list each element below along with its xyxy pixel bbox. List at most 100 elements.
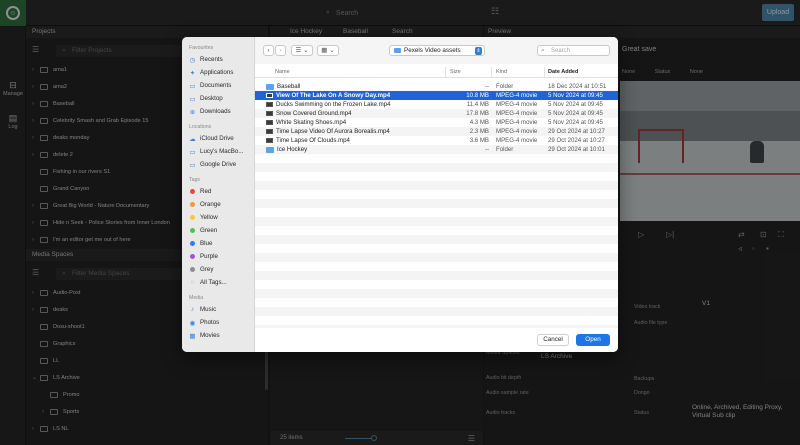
open-button[interactable]: Open	[576, 334, 610, 346]
file-name: Time Lapse Video Of Aurora Borealis.mp4	[276, 128, 390, 135]
document-icon: ▭	[189, 82, 196, 90]
film-icon: ▦	[189, 332, 196, 340]
column-divider[interactable]	[445, 67, 446, 77]
sidebar-item-location-label: Google Drive	[200, 161, 237, 168]
column-size[interactable]: Size	[450, 69, 461, 75]
sidebar-item-recents[interactable]: ◷ Recents	[189, 54, 251, 65]
tag-color-icon	[190, 228, 195, 233]
sidebar-item-tag-label: Yellow	[200, 214, 218, 221]
file-name-cell: Time Lapse Video Of Aurora Borealis.mp4	[266, 127, 390, 136]
file-row[interactable]: Time Lapse Video Of Aurora Borealis.mp4 2…	[255, 127, 618, 136]
file-date-added: 29 Oct 2024 at 10:01	[548, 146, 605, 153]
music-icon: ♪	[190, 306, 195, 313]
sidebar-item-downloads-label: Downloads	[200, 108, 231, 115]
tags-header: Tags	[189, 177, 200, 183]
folder-icon	[394, 48, 401, 53]
dialog-footer: Cancel Open	[255, 328, 618, 352]
file-size: --	[484, 146, 489, 153]
video-file-icon	[266, 102, 273, 107]
sidebar-item-downloads[interactable]: ⊕ Downloads	[189, 106, 251, 117]
sidebar-item-tag-label: Red	[200, 188, 212, 195]
file-row[interactable]: Baseball -- Folder 18 Dec 2024 at 10:51	[255, 82, 618, 91]
sidebar-item-music[interactable]: ♪ Music	[189, 304, 251, 315]
file-row[interactable]: Ducks Swimming on the Frozen Lake.mp4 11.…	[255, 100, 618, 109]
sidebar-item-location[interactable]: ☁ iCloud Drive	[189, 133, 251, 144]
sidebar-item-movies[interactable]: ▦ Movies	[189, 330, 251, 341]
empty-row	[255, 307, 618, 316]
sidebar-item-applications-label: Applications	[200, 69, 234, 76]
sidebar-item-photos[interactable]: ◉ Photos	[189, 317, 251, 328]
sidebar-item-tag[interactable]: Green	[189, 225, 251, 236]
location-dropdown[interactable]: Pexels Video assets ⇕	[389, 45, 485, 56]
video-file-icon	[266, 111, 273, 116]
video-file-icon	[266, 120, 273, 125]
video-file-icon	[266, 129, 273, 134]
file-row[interactable]: Time Lapse Of Clouds.mp4 3.6 MB MPEG-4 mov…	[255, 136, 618, 145]
cancel-button[interactable]: Cancel	[537, 334, 569, 346]
grid-view-button[interactable]: ▦ ⌄	[317, 45, 339, 56]
sidebar-item-tag[interactable]: Purple	[189, 251, 251, 262]
sidebar-item-tag[interactable]: Red	[189, 186, 251, 197]
sidebar-item-location-label: iCloud Drive	[200, 135, 234, 142]
file-size: --	[484, 83, 489, 90]
sidebar-item-tag[interactable]: Grey	[189, 264, 251, 275]
dialog-search-input[interactable]: ⌕ Search	[537, 45, 610, 56]
empty-row	[255, 253, 618, 262]
tag-color-icon	[190, 241, 195, 246]
sidebar-item-location[interactable]: ▭ Google Drive	[189, 159, 251, 170]
column-date-added[interactable]: Date Added	[548, 69, 578, 75]
file-date-added: 5 Nov 2024 at 09:45	[548, 110, 603, 117]
list-view-button[interactable]: ☰ ⌄	[291, 45, 313, 56]
file-date-added: 29 Oct 2024 at 10:27	[548, 128, 605, 135]
empty-row	[255, 298, 618, 307]
file-row[interactable]: Snow Covered Ground.mp4 17.8 MB MPEG-4 mov…	[255, 109, 618, 118]
sidebar-item-tag[interactable]: Orange	[189, 199, 251, 210]
column-divider[interactable]	[544, 67, 545, 77]
location-label: Pexels Video assets	[404, 47, 461, 54]
file-name-cell: White Skating Shoes.mp4	[266, 118, 346, 127]
file-kind: MPEG-4 movie	[496, 110, 538, 117]
empty-row	[255, 271, 618, 280]
sidebar-item-tag[interactable]: ◌ All Tags...	[189, 277, 251, 288]
sidebar-item-desktop[interactable]: ▭ Desktop	[189, 93, 251, 104]
sidebar-item-documents[interactable]: ▭ Documents	[189, 80, 251, 91]
file-kind: MPEG-4 movie	[496, 101, 538, 108]
file-name-cell: Ice Hockey	[266, 145, 307, 154]
column-kind[interactable]: Kind	[496, 69, 507, 75]
forward-button[interactable]: ›	[275, 45, 286, 56]
column-divider[interactable]	[491, 67, 492, 77]
file-name-cell: Ducks Swimming on the Frozen Lake.mp4	[266, 100, 390, 109]
sidebar-item-tag-label: Purple	[200, 253, 218, 260]
drive-icon: ▭	[189, 161, 196, 169]
sidebar-item-location-label: Lucy's MacBo...	[200, 148, 244, 155]
empty-row	[255, 226, 618, 235]
sidebar-item-tag[interactable]: Blue	[189, 238, 251, 249]
empty-row	[255, 289, 618, 298]
file-date-added: 5 Nov 2024 at 09:45	[548, 101, 603, 108]
sidebar-item-applications[interactable]: ✦ Applications	[189, 67, 251, 78]
column-headers: Name Size Kind Date Added	[255, 66, 618, 78]
file-date-added: 5 Nov 2024 at 09:45	[548, 119, 603, 126]
dialog-search-placeholder: Search	[551, 48, 571, 54]
empty-row	[255, 244, 618, 253]
empty-row	[255, 172, 618, 181]
file-name: Baseball	[277, 83, 301, 90]
chevron-up-down-icon: ⇕	[475, 47, 482, 55]
apps-icon: ✦	[189, 69, 196, 77]
sidebar-item-tag[interactable]: Yellow	[189, 212, 251, 223]
locations-header: Locations	[189, 124, 212, 130]
cloud-icon: ☁	[189, 135, 196, 143]
sidebar-item-tag-label: Orange	[200, 201, 221, 208]
file-row[interactable]: Ice Hockey -- Folder 29 Oct 2024 at 10:01	[255, 145, 618, 154]
file-row[interactable]: View Of The Lake On A Snowy Day.mp4 10.8 …	[255, 91, 618, 100]
column-name[interactable]: Name	[275, 69, 290, 75]
back-button[interactable]: ‹	[263, 45, 274, 56]
file-row[interactable]: White Skating Shoes.mp4 4.3 MB MPEG-4 movi…	[255, 118, 618, 127]
empty-row	[255, 154, 618, 163]
file-size: 4.3 MB	[469, 119, 489, 126]
sidebar-item-location[interactable]: ▭ Lucy's MacBo...	[189, 146, 251, 157]
file-name: White Skating Shoes.mp4	[276, 119, 347, 126]
dialog-sidebar: Favourites ◷ Recents ✦ Applications ▭ Document…	[182, 37, 255, 352]
sidebar-item-recents-label: Recents	[200, 56, 223, 63]
empty-row	[255, 199, 618, 208]
